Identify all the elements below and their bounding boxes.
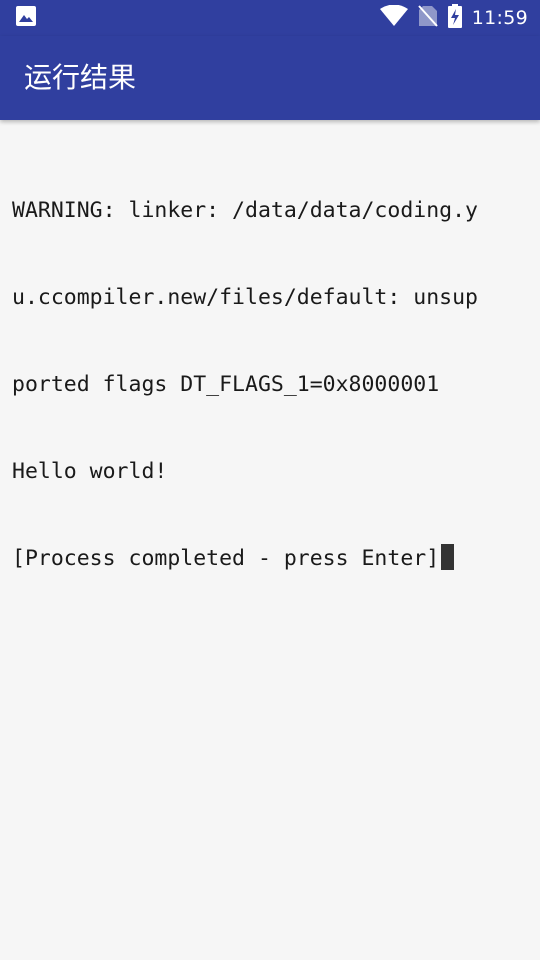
process-completed-text: [Process completed - press Enter] [12,546,440,571]
app-screen: 11:59 运行结果 WARNING: linker: /data/data/c… [0,0,540,960]
system-icons: 11:59 [379,0,528,36]
no-sim-icon [417,5,438,31]
app-toolbar: 运行结果 [0,36,540,120]
toolbar-title: 运行结果 [24,61,137,94]
terminal-output[interactable]: WARNING: linker: /data/data/coding.y u.c… [12,138,532,631]
notification-icons [16,6,36,30]
terminal-line: WARNING: linker: /data/data/coding.y [12,198,478,223]
terminal-cursor [441,544,455,570]
status-bar: 11:59 [0,0,540,36]
terminal-line: Hello world! [12,459,168,484]
image-notification-icon [16,6,36,30]
terminal-line: u.ccompiler.new/files/default: unsup [12,285,478,310]
battery-charging-icon [447,4,462,32]
terminal-line-last: [Process completed - press Enter] [12,544,532,573]
terminal-line: ported flags DT_FLAGS_1=0x8000001 [12,372,440,397]
status-time: 11:59 [471,7,528,29]
wifi-icon [379,4,408,31]
